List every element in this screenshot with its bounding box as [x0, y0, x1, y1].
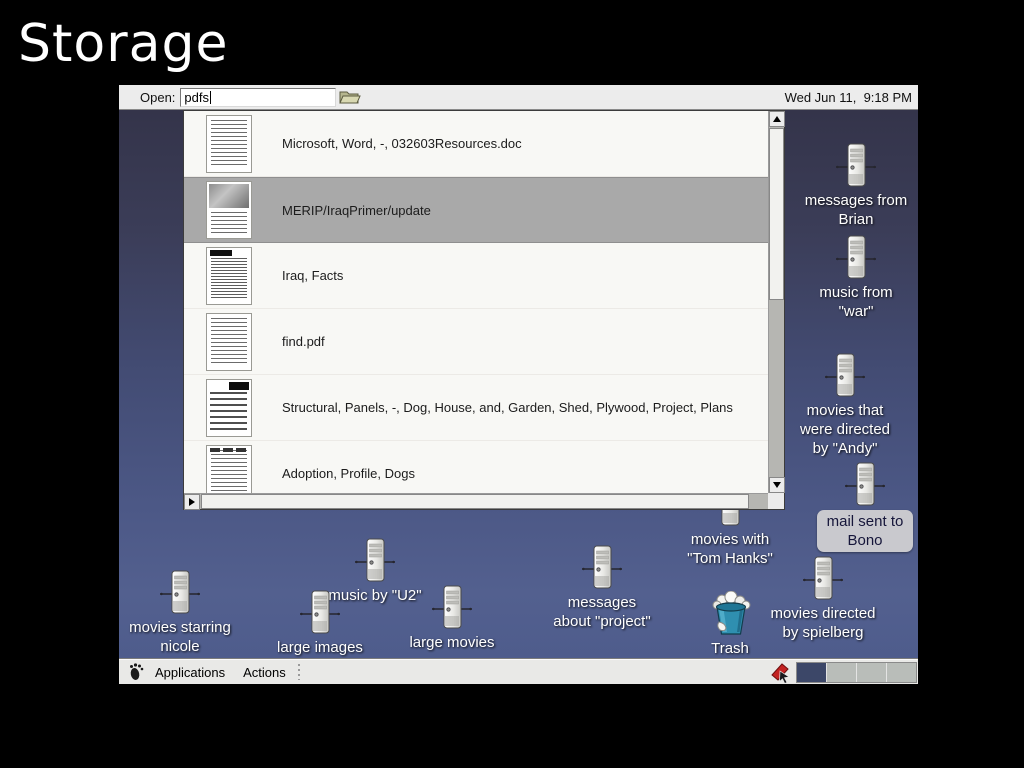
- desktop-icon-movies-directed-by-spielberg[interactable]: movies directed by spielberg: [748, 556, 898, 642]
- desktop-icon-label: mail sent to Bono: [817, 510, 914, 552]
- result-row[interactable]: find.pdf: [184, 309, 768, 375]
- desktop-icon-music-from-war[interactable]: music from "war": [781, 235, 918, 321]
- desktop-icon-messages-from-brian[interactable]: messages from Brian: [781, 143, 918, 229]
- desktop-screen: messages from Brian music from "war" mov…: [119, 85, 918, 684]
- result-label: Structural, Panels, -, Dog, House, and, …: [282, 400, 733, 415]
- scroll-right-icon[interactable]: [184, 494, 200, 510]
- result-label: Adoption, Profile, Dogs: [282, 466, 415, 481]
- top-bar: Open: pdfs Wed Jun 11, 9:18 PM: [119, 85, 918, 110]
- vertical-scrollbar-thumb[interactable]: [769, 128, 784, 300]
- document-thumbnail-icon: [206, 313, 252, 371]
- scrollbar-corner: [768, 493, 784, 509]
- drive-icon: [825, 353, 865, 399]
- desktop-icon-large-images[interactable]: large images: [245, 590, 395, 657]
- folder-open-icon: [339, 89, 361, 105]
- drive-icon: [300, 590, 340, 636]
- drive-icon: [160, 570, 200, 616]
- result-label: Iraq, Facts: [282, 268, 343, 283]
- applications-menu[interactable]: Applications: [146, 660, 234, 685]
- desktop-icon-label: messages from Brian: [805, 191, 908, 229]
- desktop-icon-label: large images: [277, 638, 363, 657]
- drive-icon: [803, 556, 843, 602]
- open-label: Open:: [140, 90, 175, 105]
- result-label: MERIP/IraqPrimer/update: [282, 203, 431, 218]
- result-row-selected[interactable]: MERIP/IraqPrimer/update: [184, 177, 768, 243]
- desktop-icon-label: music from "war": [819, 283, 892, 321]
- workspace-4[interactable]: [887, 663, 916, 682]
- workspace-2[interactable]: [827, 663, 857, 682]
- document-thumbnail-icon: [206, 115, 252, 173]
- panel-right-section: [769, 660, 918, 684]
- panel-separator: [297, 664, 302, 680]
- desktop-icon-label: Trash: [711, 639, 749, 658]
- workspace-switcher: [796, 662, 917, 683]
- workspace-3[interactable]: [857, 663, 887, 682]
- screenshot-tool-icon[interactable]: [769, 661, 793, 685]
- results-list: Microsoft, Word, -, 032603Resources.doc …: [184, 111, 768, 493]
- drive-icon: [355, 538, 395, 584]
- scroll-down-icon[interactable]: [769, 477, 785, 493]
- result-row[interactable]: Adoption, Profile, Dogs: [184, 441, 768, 493]
- result-row[interactable]: Structural, Panels, -, Dog, House, and, …: [184, 375, 768, 441]
- text-cursor: [210, 91, 211, 104]
- horizontal-scrollbar-thumb[interactable]: [201, 494, 749, 509]
- result-row[interactable]: Microsoft, Word, -, 032603Resources.doc: [184, 111, 768, 177]
- drive-icon: [432, 585, 472, 631]
- search-results-dropdown: Microsoft, Word, -, 032603Resources.doc …: [183, 110, 785, 510]
- result-label: Microsoft, Word, -, 032603Resources.doc: [282, 136, 522, 151]
- gnome-foot-icon: [127, 663, 144, 681]
- desktop-icon-movies-starring-nicole[interactable]: movies starring nicole: [119, 570, 255, 656]
- desktop-icon-label: large movies: [409, 633, 494, 652]
- page-title: Storage: [18, 14, 228, 74]
- document-thumbnail-icon: [206, 379, 252, 437]
- desktop-icon-label: movies starring nicole: [129, 618, 231, 656]
- gnome-menu-button[interactable]: [124, 660, 146, 685]
- workspace-1[interactable]: [797, 663, 827, 682]
- result-label: find.pdf: [282, 334, 325, 349]
- search-input-value: pdfs: [184, 90, 209, 105]
- desktop-icon-label: movies that were directed by "Andy": [800, 401, 890, 458]
- taskbar-panel: Applications Actions: [119, 659, 918, 684]
- vertical-scrollbar[interactable]: [768, 111, 784, 493]
- drive-icon: [845, 462, 885, 508]
- drive-icon: [582, 545, 622, 591]
- document-thumbnail-icon: [206, 445, 252, 494]
- open-folder-button[interactable]: [338, 87, 362, 108]
- horizontal-scrollbar[interactable]: [184, 493, 768, 509]
- result-row[interactable]: Iraq, Facts: [184, 243, 768, 309]
- clock: Wed Jun 11, 9:18 PM: [785, 85, 912, 110]
- desktop-icon-mail-sent-to-bono[interactable]: mail sent to Bono: [790, 462, 918, 552]
- document-thumbnail-icon: [206, 181, 252, 239]
- document-thumbnail-icon: [206, 247, 252, 305]
- desktop-icon-label: movies directed by spielberg: [770, 604, 875, 642]
- desktop-icon-label: messages about "project": [553, 593, 650, 631]
- desktop-icon-movies-directed-by-andy[interactable]: movies that were directed by "Andy": [770, 353, 918, 458]
- actions-menu[interactable]: Actions: [234, 660, 295, 685]
- drive-icon: [836, 235, 876, 281]
- scroll-up-icon[interactable]: [769, 111, 785, 127]
- trash-icon: [707, 591, 753, 637]
- desktop-icon-large-movies[interactable]: large movies: [377, 585, 527, 652]
- search-input[interactable]: pdfs: [180, 88, 336, 107]
- drive-icon: [836, 143, 876, 189]
